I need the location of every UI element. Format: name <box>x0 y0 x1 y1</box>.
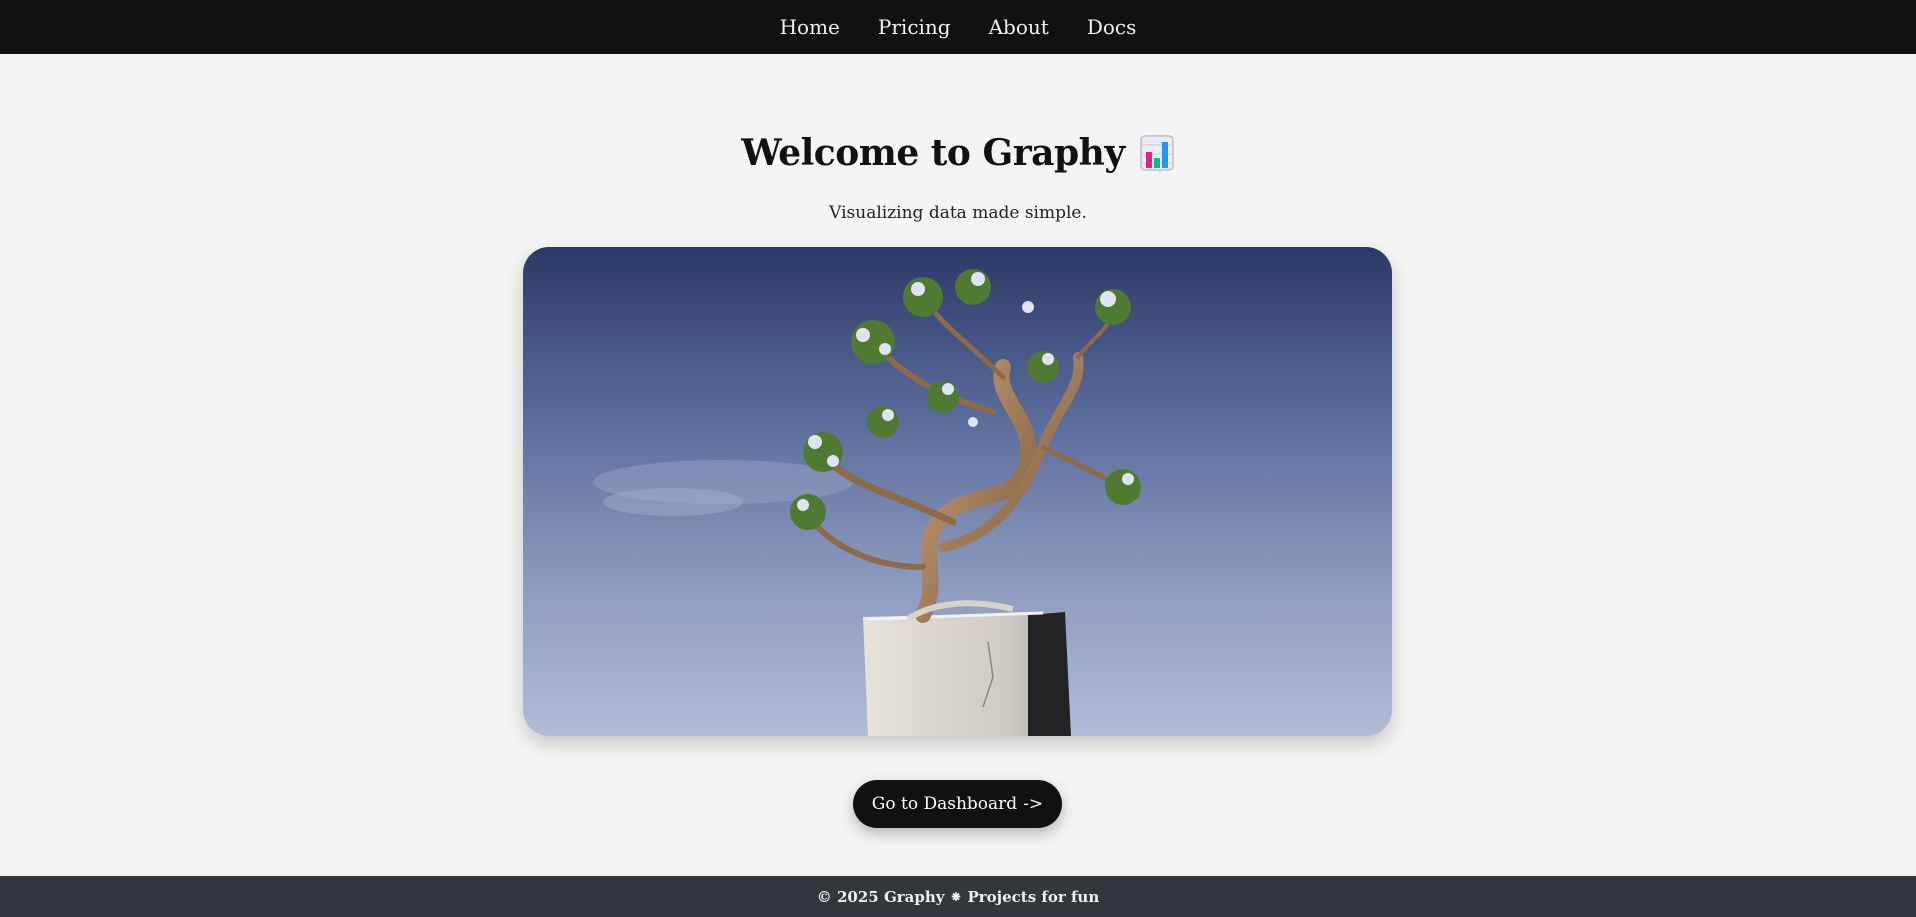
page-title-text: Welcome to Graphy <box>741 132 1125 174</box>
top-navigation: Home Pricing About Docs <box>0 0 1916 54</box>
page-subtitle: Visualizing data made simple. <box>829 203 1087 223</box>
nav-pricing-link[interactable]: Pricing <box>878 15 951 39</box>
hero-bonsai-image <box>523 247 1392 736</box>
nav-about-link[interactable]: About <box>989 15 1049 39</box>
nav-docs-link[interactable]: Docs <box>1087 15 1137 39</box>
footer-text: © 2025 Graphy ⁕ Projects for fun <box>816 887 1100 906</box>
go-to-dashboard-label: Go to Dashboard <box>871 794 1018 814</box>
page-footer: © 2025 Graphy ⁕ Projects for fun <box>0 876 1916 917</box>
go-to-dashboard-button[interactable]: Go to Dashboard -> <box>853 780 1062 828</box>
nav-home-link[interactable]: Home <box>780 15 840 39</box>
page-title: Welcome to Graphy <box>0 132 1916 174</box>
arrow-right-icon: -> <box>1023 794 1044 814</box>
bar-chart-icon <box>1139 134 1175 172</box>
